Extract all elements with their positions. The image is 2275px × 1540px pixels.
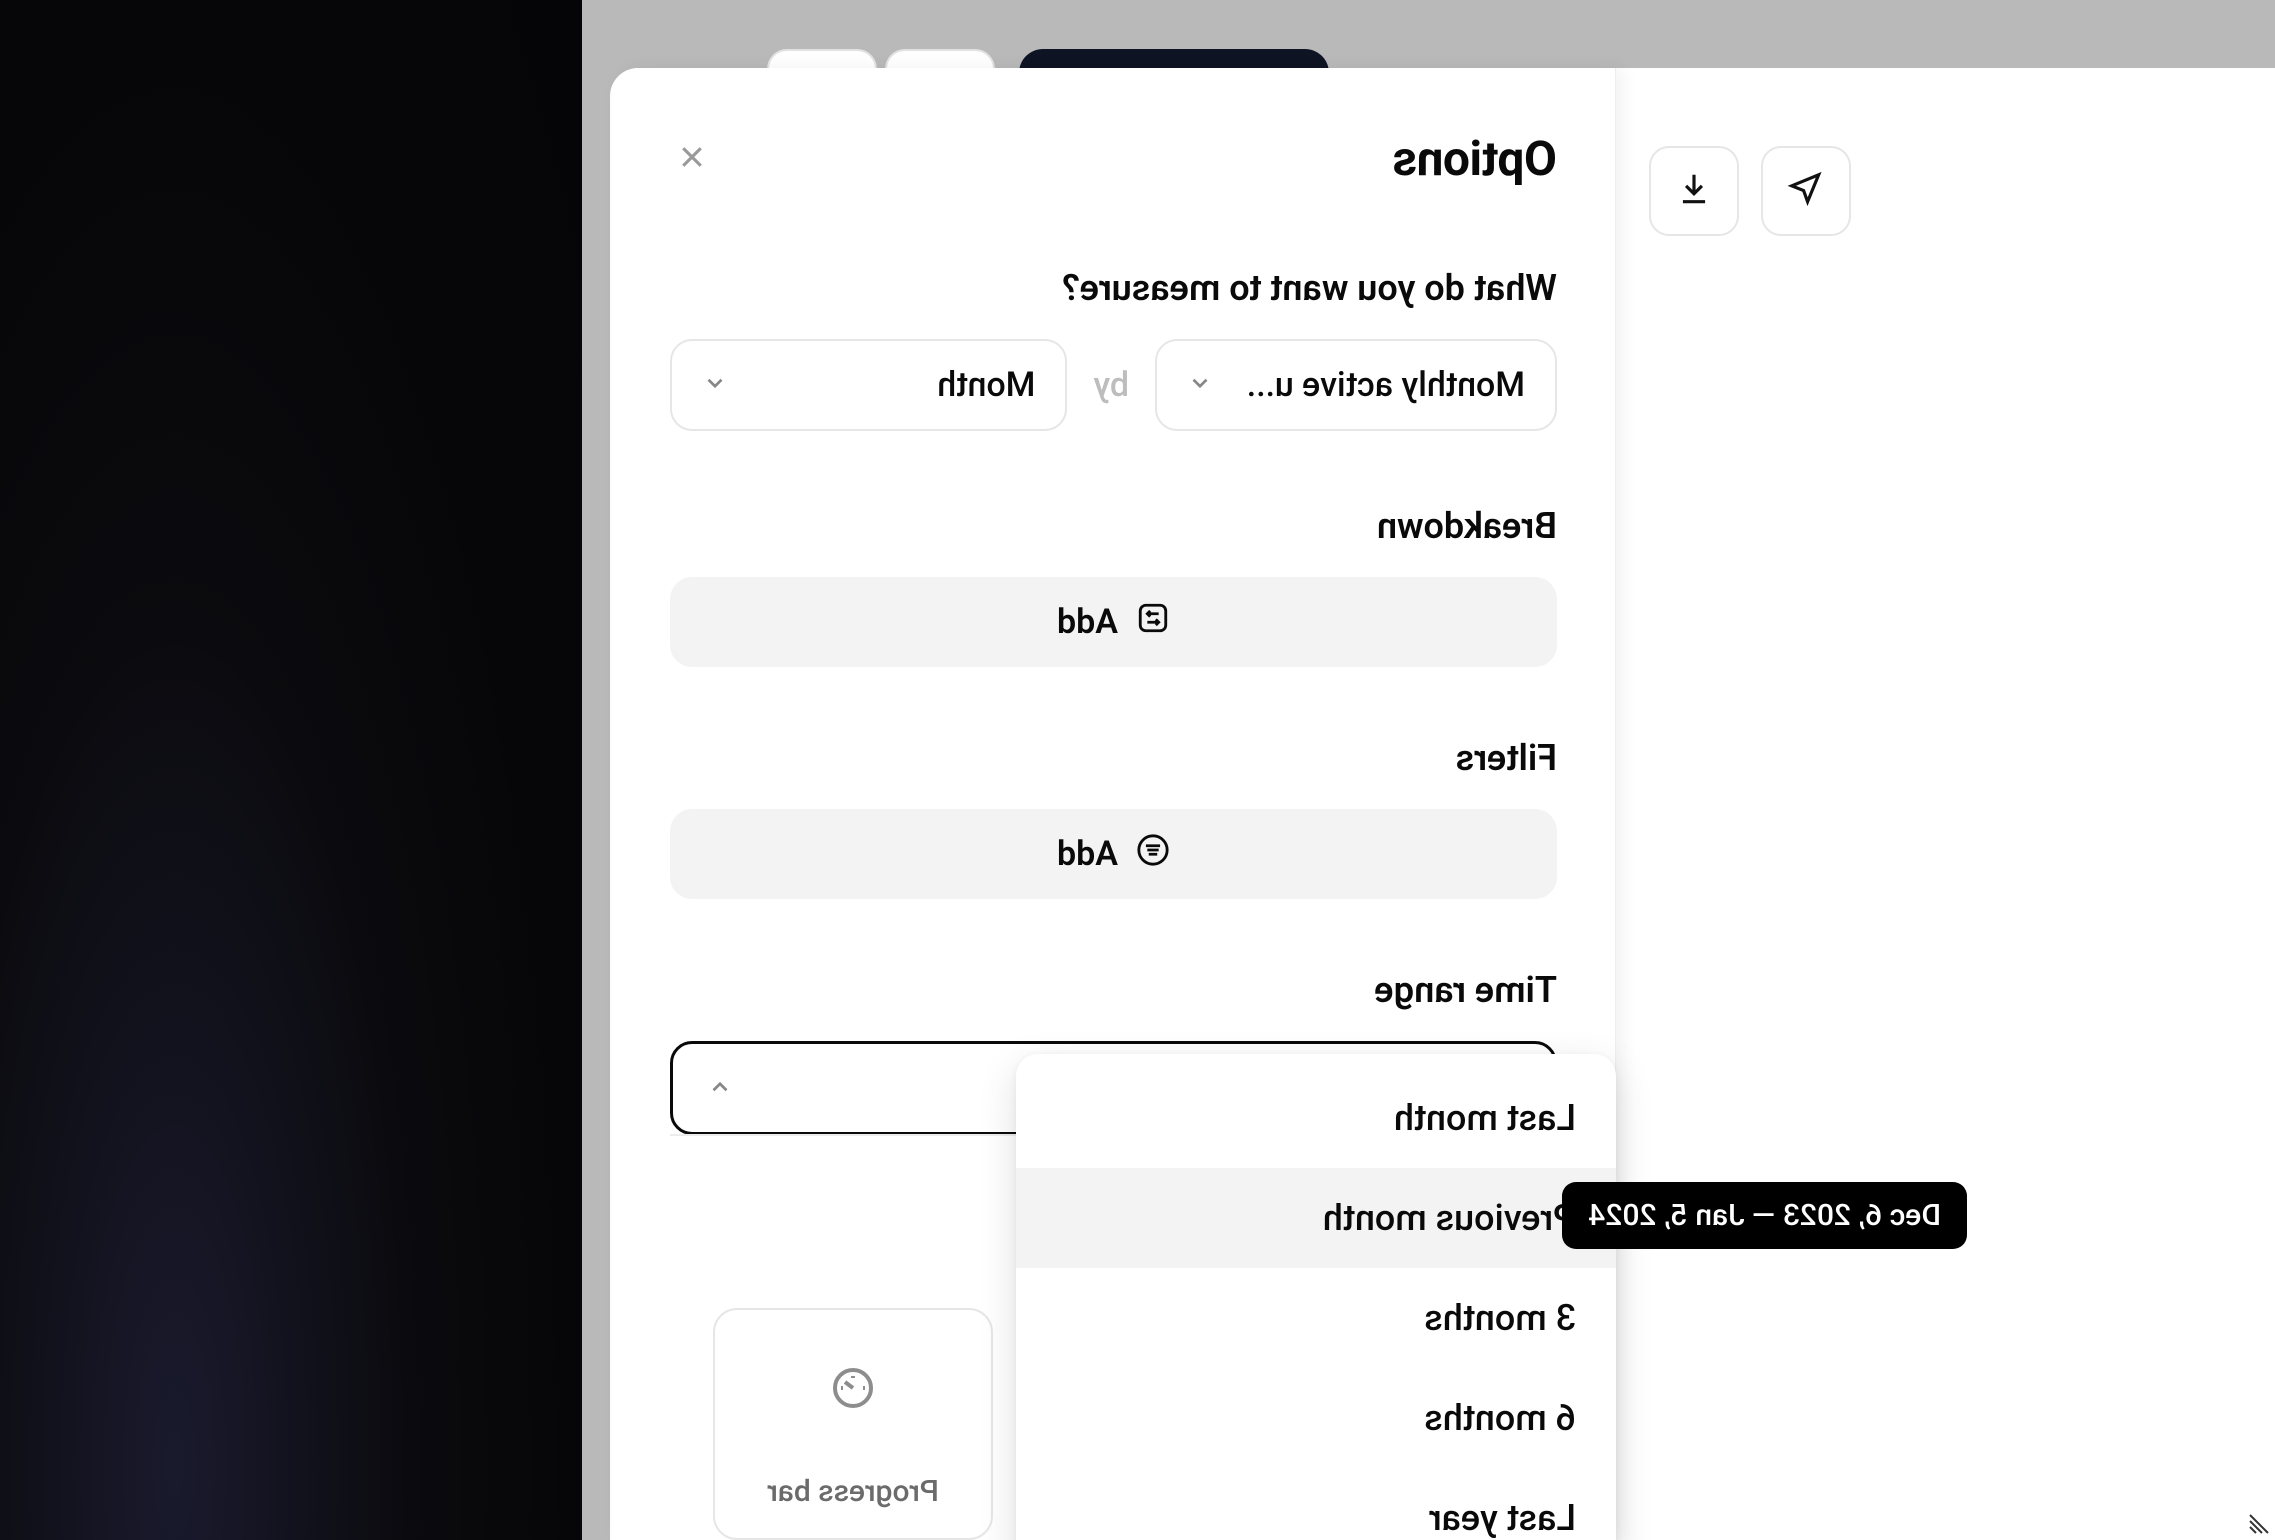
filter-icon — [1136, 833, 1170, 876]
dropdown-item[interactable]: Previous month — [1016, 1168, 1616, 1268]
dropdown-item[interactable]: 6 months — [1016, 1368, 1616, 1468]
pointer-button[interactable] — [1761, 146, 1851, 236]
timerange-dropdown: Last month Previous month 3 months 6 mon… — [1016, 1054, 1616, 1540]
dropdown-item[interactable]: 3 months — [1016, 1268, 1616, 1368]
chevron-down-icon — [1187, 365, 1213, 405]
date-range-tooltip: Dec 6, 2023 — Jan 5, 2024 — [1562, 1182, 1967, 1249]
panel-title: Options — [1393, 130, 1557, 187]
background-dark-panel — [0, 0, 582, 1540]
download-button[interactable] — [1649, 146, 1739, 236]
dropdown-item[interactable]: Last year — [1016, 1468, 1616, 1540]
close-button[interactable] — [670, 137, 714, 181]
pointer-icon — [1787, 170, 1825, 212]
metric-select[interactable]: Monthly active u... — [1155, 339, 1557, 431]
download-icon — [1675, 170, 1713, 212]
timerange-label: Time range — [670, 969, 1557, 1011]
close-icon — [677, 142, 707, 176]
dropdown-item[interactable]: Last month — [1016, 1068, 1616, 1168]
add-filter-button[interactable]: Add — [670, 809, 1557, 899]
chevron-down-icon — [702, 365, 728, 405]
swap-icon — [1136, 601, 1170, 644]
gauge-icon — [829, 1364, 877, 1416]
metric-value: Monthly active u... — [1246, 365, 1525, 405]
period-select[interactable]: Month — [670, 339, 1067, 431]
filters-label: Filters — [670, 737, 1557, 779]
measure-label: What do you want to measure? — [670, 267, 1557, 309]
add-filter-label: Add — [1057, 834, 1118, 874]
add-breakdown-label: Add — [1057, 602, 1118, 642]
progress-bar-card[interactable]: Progress bar — [713, 1308, 993, 1540]
add-breakdown-button[interactable]: Add — [670, 577, 1557, 667]
by-label: by — [1093, 365, 1129, 405]
resize-handle[interactable] — [2247, 1512, 2271, 1536]
chevron-up-icon — [707, 1067, 733, 1109]
breakdown-label: Breakdown — [670, 505, 1557, 547]
card-label: Progress bar — [767, 1474, 939, 1509]
period-value: Month — [937, 365, 1035, 405]
